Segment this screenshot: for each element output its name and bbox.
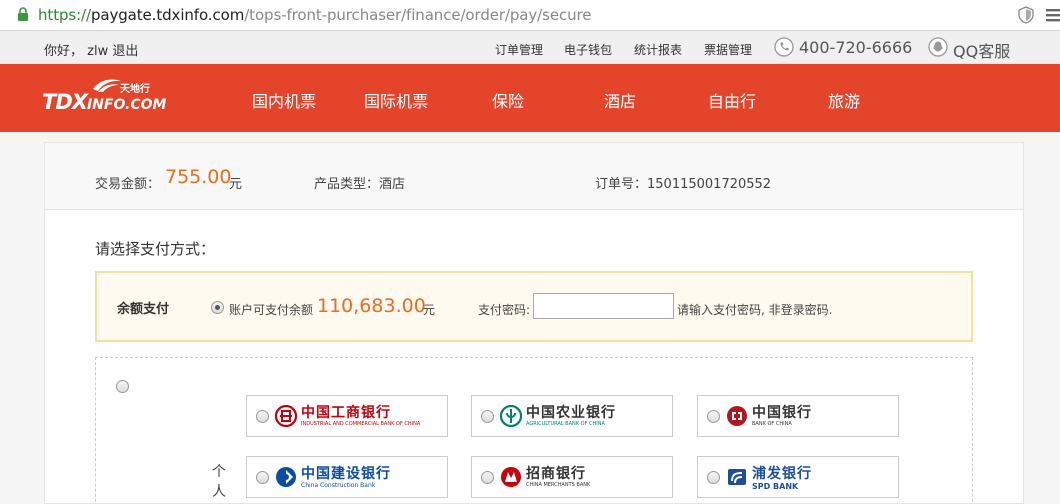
url-path: /tops-front-purchaser/finance/order/pay/… [244, 6, 592, 24]
nav-insurance[interactable]: 保险 [492, 88, 524, 112]
balance-unit: 元 [423, 303, 436, 317]
phone-icon [774, 37, 794, 57]
menu-icon[interactable] [1045, 8, 1060, 22]
page: https://paygate.tdxinfo.com/tops-front-p… [0, 0, 1060, 504]
nav-international-flights[interactable]: 国际机票 [364, 88, 428, 112]
product-type: 产品类型：酒店 [314, 177, 406, 192]
payment-password-input[interactable] [533, 293, 674, 319]
nav-hotel[interactable]: 酒店 [604, 88, 636, 112]
bank-en-cmb: CHINA MERCHANTS BANK [526, 482, 591, 488]
bank-name-boc: 中国银行 [752, 405, 812, 421]
amount-unit: 元 [229, 177, 243, 192]
bank-en-ccb: China Construction Bank [301, 482, 376, 489]
transaction-amount: 755.00 [165, 166, 232, 188]
bank-radio-icbc[interactable] [256, 410, 269, 423]
order-summary: 交易金额： 755.00 元 产品类型：酒店 订单号：1501150017205… [45, 143, 1023, 210]
bank-radio-abc[interactable] [481, 410, 494, 423]
nav-tours[interactable]: 旅游 [828, 88, 860, 112]
bank-option-ccb[interactable]: 中国建设银行 China Construction Bank [246, 456, 448, 498]
logo-sub-text: INFO.COM [86, 97, 167, 113]
bank-radio-boc[interactable] [707, 410, 720, 423]
bank-option-cmb[interactable]: 招商银行 CHINA MERCHANTS BANK [471, 456, 673, 498]
nav-free-travel[interactable]: 自由行 [708, 88, 756, 112]
bank-name-spd: 浦发银行 [752, 466, 812, 482]
ccb-logo-icon [276, 467, 296, 487]
nav-domestic-flights[interactable]: 国内机票 [252, 88, 316, 112]
shield-icon[interactable] [1018, 6, 1034, 24]
cmb-logo-icon [501, 467, 521, 487]
personal-banks-label: 个人 [212, 464, 226, 500]
balance-payment-box: 余额支付 账户可支付余额 110,683.00 元 支付密码: 请输入支付密码,… [95, 271, 973, 342]
bank-name-ccb: 中国建设银行 [301, 466, 391, 482]
balance-payment-radio[interactable] [211, 301, 224, 314]
service-phone: 400-720-6666 [799, 38, 913, 57]
bank-en-spd: SPD BANK [752, 482, 799, 491]
site-logo[interactable]: 天地行 TDXINFO.COM [42, 77, 166, 117]
abc-logo-icon [500, 405, 522, 427]
bank-en-icbc: INDUSTRIAL AND COMMERCIAL BANK OF CHINA [301, 421, 421, 427]
bank-name-cmb: 招商银行 [526, 466, 586, 482]
available-balance-amount: 110,683.00 [317, 295, 426, 317]
spd-logo-icon [728, 469, 746, 485]
logo-main-text: TDX [42, 90, 88, 114]
link-e-wallet[interactable]: 电子钱包 [564, 41, 612, 58]
bank-en-abc: AGRICULTURAL BANK OF CHINA [526, 421, 605, 427]
bank-option-boc[interactable]: 中国银行 BANK OF CHINA [697, 395, 899, 437]
url-text[interactable]: https://paygate.tdxinfo.com/tops-front-p… [38, 6, 592, 24]
available-balance-label: 账户可支付余额 [229, 303, 314, 317]
link-order-management[interactable]: 订单管理 [495, 41, 543, 58]
bank-radio-ccb[interactable] [256, 471, 269, 484]
amount-label: 交易金额： [95, 177, 161, 192]
bank-payment-box: 个人 中国工商银行 INDUSTRIAL AND COMMERCIAL BANK… [95, 357, 973, 504]
qq-icon [928, 37, 948, 57]
url-host: paygate.tdxinfo.com [90, 6, 245, 24]
bank-en-boc: BANK OF CHINA [752, 421, 792, 427]
greeting-text[interactable]: 你好， zlw 退出 [44, 40, 138, 59]
balance-payment-title: 余额支付 [117, 302, 170, 317]
bank-option-icbc[interactable]: 中国工商银行 INDUSTRIAL AND COMMERCIAL BANK OF… [246, 395, 448, 437]
link-statistics[interactable]: 统计报表 [634, 41, 682, 58]
choose-payment-heading: 请选择支付方式： [95, 240, 216, 258]
icbc-logo-icon [275, 405, 297, 427]
browser-address-bar[interactable]: https://paygate.tdxinfo.com/tops-front-p… [0, 0, 1060, 31]
payment-password-hint: 请输入支付密码, 非登录密码. [677, 303, 833, 317]
logo-text: TDXINFO.COM [42, 90, 166, 114]
bank-name-abc: 中国农业银行 [526, 405, 616, 421]
bank-radio-cmb[interactable] [481, 471, 494, 484]
qq-service-link[interactable]: QQ客服 [953, 38, 1010, 62]
order-number: 订单号：150115001720552 [595, 177, 772, 192]
boc-logo-icon [727, 406, 747, 426]
lock-icon [18, 7, 28, 21]
payment-password-label: 支付密码: [478, 303, 531, 317]
user-top-bar: 你好， zlw 退出 订单管理 电子钱包 统计报表 票据管理 400-720-6… [0, 31, 1060, 64]
payment-panel: 交易金额： 755.00 元 产品类型：酒店 订单号：1501150017205… [44, 142, 1024, 504]
bank-name-icbc: 中国工商银行 [301, 405, 391, 421]
url-scheme: https:// [38, 6, 91, 24]
bank-option-abc[interactable]: 中国农业银行 AGRICULTURAL BANK OF CHINA [471, 395, 673, 437]
link-invoice-management[interactable]: 票据管理 [704, 41, 752, 58]
bank-option-spd[interactable]: 浦发银行 SPD BANK [697, 456, 899, 498]
bank-payment-radio[interactable] [116, 380, 129, 393]
main-nav: 天地行 TDXINFO.COM 国内机票 国际机票 保险 酒店 自由行 旅游 [0, 64, 1060, 132]
bank-radio-spd[interactable] [707, 471, 720, 484]
